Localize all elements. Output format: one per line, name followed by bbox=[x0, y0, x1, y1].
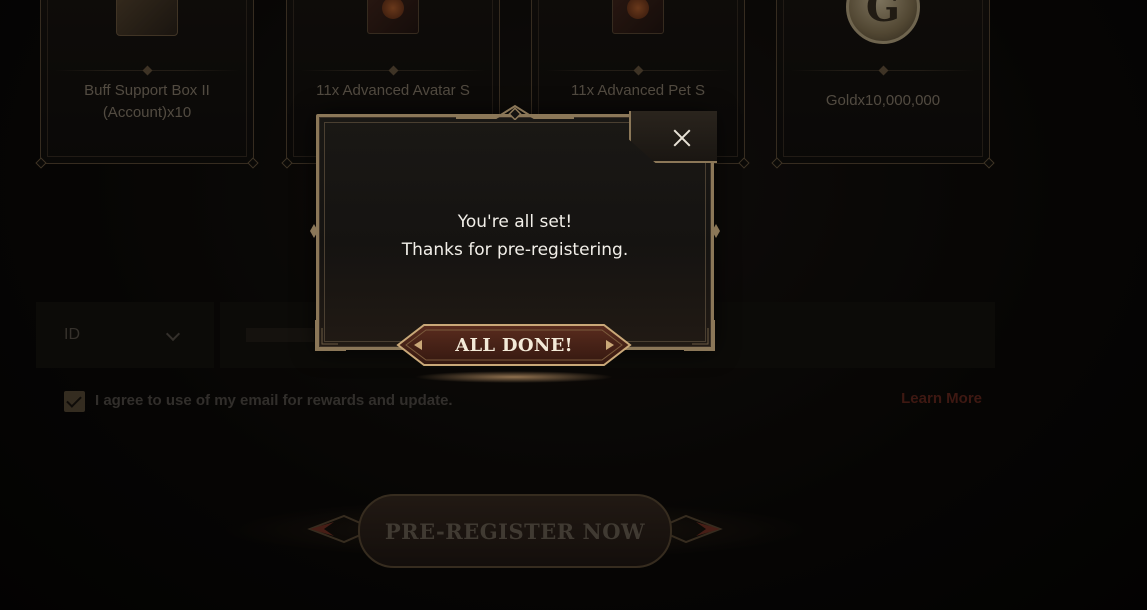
message-line-1: You're all set! bbox=[457, 212, 573, 232]
confirmation-dialog: You're all set! Thanks for pre-registeri… bbox=[310, 104, 720, 351]
all-done-area: ALL DONE! bbox=[394, 321, 634, 383]
message-line-2: Thanks for pre-registering. bbox=[401, 240, 629, 260]
close-icon[interactable] bbox=[668, 124, 696, 152]
corner-ornament-icon bbox=[315, 320, 346, 351]
all-done-button[interactable]: ALL DONE! bbox=[394, 321, 634, 373]
dialog-message: You're all set! Thanks for pre-registeri… bbox=[316, 208, 714, 264]
all-done-label: ALL DONE! bbox=[455, 335, 573, 356]
corner-ornament-icon bbox=[684, 320, 715, 351]
ornament-top-icon bbox=[456, 104, 574, 120]
